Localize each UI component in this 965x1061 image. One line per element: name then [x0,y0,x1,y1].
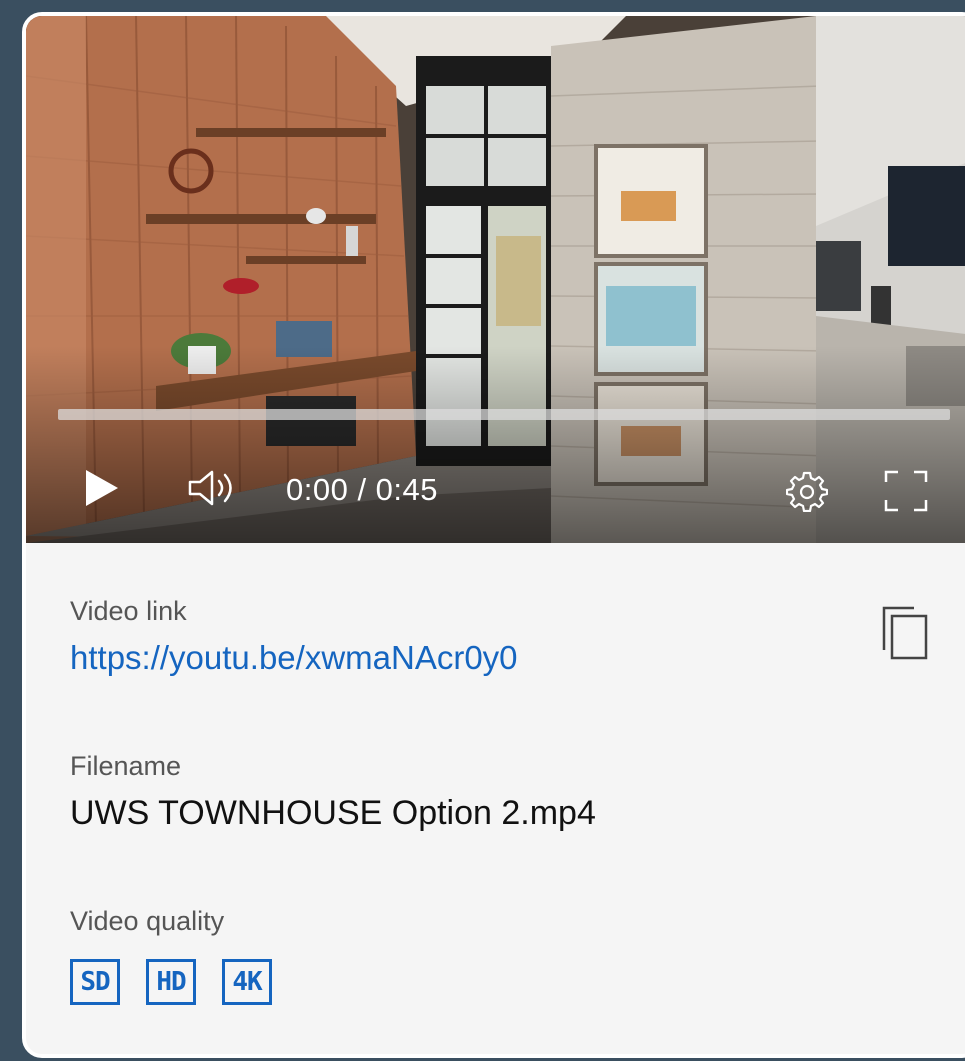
video-card: 0:00 / 0:45 Video link https://youtu.be/… [22,12,965,1058]
filename-value: UWS TOWNHOUSE Option 2.mp4 [70,794,596,832]
filename-section: Filename UWS TOWNHOUSE Option 2.mp4 [70,751,596,833]
copy-link-button[interactable] [878,604,934,664]
quality-badges: SD HD 4K [70,959,272,1005]
gear-icon [785,471,829,513]
video-frame [26,16,965,543]
filename-label: Filename [70,751,182,781]
video-player[interactable]: 0:00 / 0:45 [26,16,965,543]
quality-badge-sd[interactable]: SD [70,959,120,1005]
video-link-section: Video link https://youtu.be/xwmaNAcr0y0 [70,596,518,677]
settings-button[interactable] [785,470,829,513]
progress-bar[interactable] [58,409,950,420]
copy-icon [882,606,928,660]
play-icon [86,470,118,506]
video-quality-label: Video quality [70,906,225,936]
video-link-label: Video link [70,596,187,626]
video-link[interactable]: https://youtu.be/xwmaNAcr0y0 [70,639,518,677]
time-display: 0:00 / 0:45 [286,472,439,507]
volume-icon [188,470,232,506]
fullscreen-button[interactable] [884,470,928,512]
fullscreen-icon [884,470,928,512]
quality-badge-4k[interactable]: 4K [222,959,272,1005]
play-button[interactable] [82,468,122,508]
video-quality-section: Video quality SD HD 4K [70,906,272,1005]
quality-badge-hd[interactable]: HD [146,959,196,1005]
volume-button[interactable] [186,468,242,508]
